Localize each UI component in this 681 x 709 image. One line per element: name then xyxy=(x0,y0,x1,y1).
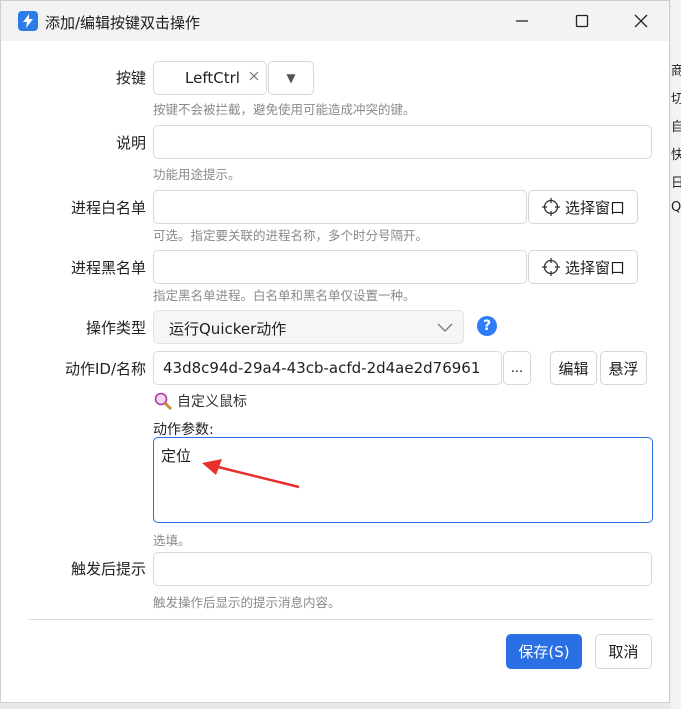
description-label: 说明 xyxy=(115,134,146,152)
title-bar[interactable]: 添加/编辑按键双击操作 xyxy=(1,1,669,41)
select-window-label: 选择窗口 xyxy=(564,258,625,277)
close-button[interactable] xyxy=(628,8,654,34)
custom-mouse-label: 自定义鼠标 xyxy=(177,394,247,410)
more-button[interactable]: ... xyxy=(503,351,531,385)
action-id-value: 43d8c94d-29a4-43cb-acfd-2d4ae2d76961 xyxy=(163,359,481,377)
whitelist-input[interactable] xyxy=(153,190,527,224)
blacklist-input[interactable] xyxy=(153,250,527,284)
action-id-label: 动作ID/名称 xyxy=(64,360,146,378)
custom-mouse-link[interactable]: 自定义鼠标 xyxy=(153,391,247,411)
dialog-content: 按键 LeftCtrl ▼ 按键不会被拦截，避免使用可能造成冲突的键。 说明 功… xyxy=(1,41,669,702)
clear-key-button[interactable] xyxy=(248,70,260,86)
whitelist-hint: 可选。指定要关联的进程名称，多个时分号隔开。 xyxy=(153,228,429,243)
save-button[interactable]: 保存(S) xyxy=(506,634,582,669)
key-value: LeftCtrl xyxy=(185,69,240,87)
chevron-down-icon xyxy=(437,323,453,332)
dialog-window: 添加/编辑按键双击操作 按键 LeftCtrl ▼ 按键不会被拦截，避免使用可能… xyxy=(0,0,670,703)
action-params-label: 动作参数: xyxy=(153,422,214,438)
minimize-button[interactable] xyxy=(509,8,535,34)
annotation-arrow xyxy=(202,459,300,489)
select-window-button-blacklist[interactable]: 选择窗口 xyxy=(528,250,638,284)
select-window-label: 选择窗口 xyxy=(564,198,625,217)
key-field[interactable]: LeftCtrl xyxy=(153,61,267,95)
footer-divider xyxy=(28,619,653,620)
key-dropdown-button[interactable]: ▼ xyxy=(268,61,314,95)
blacklist-hint: 指定黑名单进程。白名单和黑名单仅设置一种。 xyxy=(153,288,416,303)
help-icon[interactable]: ? xyxy=(477,316,497,336)
bg-char: Q xyxy=(671,200,681,215)
trigger-tip-hint: 触发操作后显示的提示消息内容。 xyxy=(153,595,341,610)
key-hint: 按键不会被拦截，避免使用可能造成冲突的键。 xyxy=(153,102,416,117)
magnifier-icon xyxy=(154,392,173,411)
action-id-input[interactable]: 43d8c94d-29a4-43cb-acfd-2d4ae2d76961 xyxy=(153,351,502,385)
action-type-select[interactable]: 运行Quicker动作 xyxy=(153,310,464,344)
bg-char: 切 xyxy=(671,92,681,107)
maximize-icon xyxy=(575,14,589,28)
trigger-tip-label: 触发后提示 xyxy=(70,560,146,578)
action-params-hint: 选填。 xyxy=(153,533,191,548)
lightning-icon xyxy=(18,11,38,31)
whitelist-label: 进程白名单 xyxy=(70,199,146,217)
crosshair-icon xyxy=(541,258,560,276)
blacklist-label: 进程黑名单 xyxy=(70,259,146,277)
bg-char: 日 xyxy=(671,176,681,191)
description-hint: 功能用途提示。 xyxy=(153,167,241,182)
crosshair-icon xyxy=(541,198,560,216)
edit-button[interactable]: 编辑 xyxy=(550,351,597,385)
minimize-icon xyxy=(516,20,528,22)
action-type-label: 操作类型 xyxy=(85,319,146,337)
bg-char: 商 xyxy=(671,64,681,79)
description-input[interactable] xyxy=(153,125,652,159)
bg-char: 自 xyxy=(671,120,681,135)
cancel-button[interactable]: 取消 xyxy=(595,634,652,669)
float-button[interactable]: 悬浮 xyxy=(600,351,647,385)
bg-char: 快 xyxy=(671,148,681,163)
maximize-button[interactable] xyxy=(569,8,595,34)
action-type-value: 运行Quicker动作 xyxy=(169,320,287,338)
close-icon xyxy=(634,14,648,28)
action-params-value: 定位 xyxy=(161,447,192,465)
key-label: 按键 xyxy=(115,69,146,87)
background-window-strip: 商 切 自 快 日 Q xyxy=(671,0,681,709)
close-icon xyxy=(249,71,259,81)
trigger-tip-input[interactable] xyxy=(153,552,652,586)
select-window-button-whitelist[interactable]: 选择窗口 xyxy=(528,190,638,224)
window-title: 添加/编辑按键双击操作 xyxy=(45,14,201,32)
